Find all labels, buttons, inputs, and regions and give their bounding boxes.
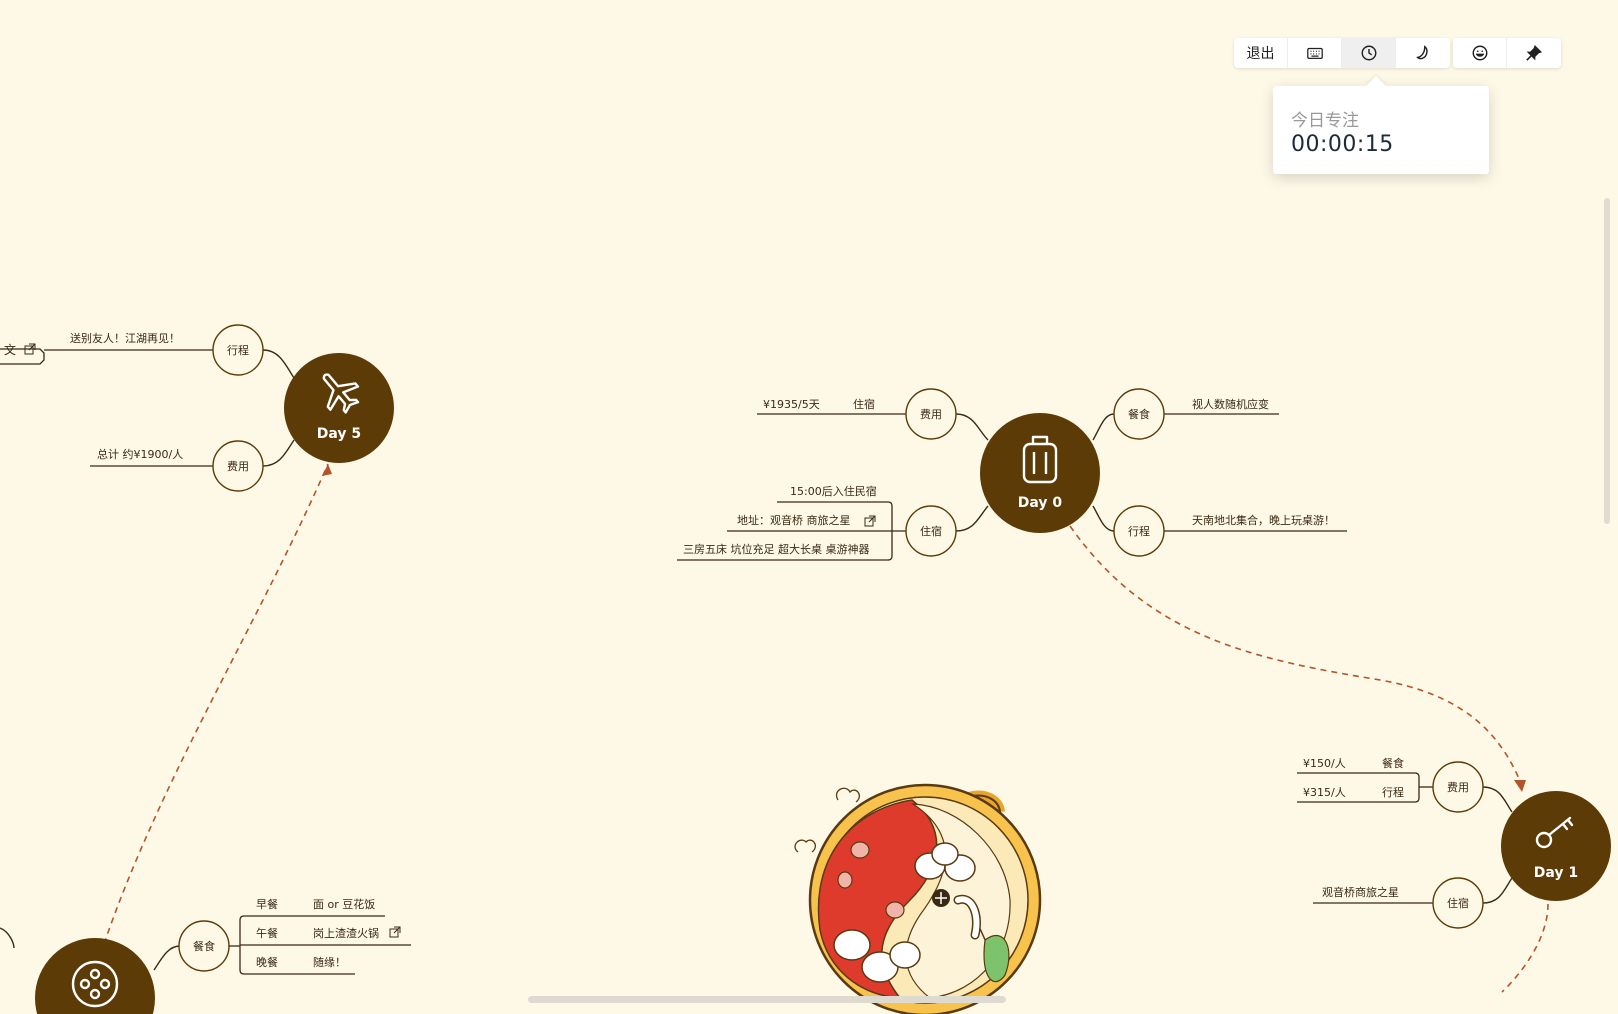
day1-fee-value-2[interactable]: ¥315/人	[1303, 786, 1346, 799]
day0-title: Day 0	[1018, 495, 1063, 511]
day0-node[interactable]	[980, 413, 1100, 533]
day0-trip-note[interactable]: 天南地北集合，晚上玩桌游！	[1192, 513, 1335, 527]
day0-trip-label: 行程	[1128, 525, 1150, 538]
day1-stay-note[interactable]: 观音桥商旅之星	[1322, 885, 1399, 899]
meal-row-2-food[interactable]: 岗上渣渣火锅	[313, 926, 379, 940]
connector-day1-out	[1501, 903, 1549, 993]
day0-fee-item[interactable]: 住宿	[853, 397, 875, 411]
meal-row-3-meal[interactable]: 晚餐	[256, 955, 278, 969]
day0-fee-value[interactable]: ¥1935/5天	[763, 398, 820, 411]
toolbar-group-main: 退出	[1234, 38, 1450, 68]
connector-meal-to-day5	[103, 463, 329, 945]
day1-stay-label: 住宿	[1447, 896, 1469, 910]
day1-fee-label-1[interactable]: 餐食	[1382, 756, 1404, 770]
external-link-icon[interactable]	[864, 515, 876, 527]
day0-stay-label: 住宿	[920, 524, 942, 538]
day0-meal-note[interactable]: 视人数随机应变	[1192, 397, 1269, 411]
day5-node[interactable]	[284, 353, 394, 463]
focus-timer-label: 今日专注	[1291, 111, 1359, 131]
pin-button[interactable]	[1507, 38, 1561, 68]
day0-fee-label: 费用	[920, 408, 942, 421]
focus-toolbar: 退出	[1234, 38, 1561, 68]
toolbar-group-extra	[1453, 38, 1561, 68]
moon-icon	[1416, 45, 1428, 60]
day5-fee-note[interactable]: 总计 约¥1900/人	[97, 447, 183, 461]
focus-timer-value: 00:00:15	[1291, 132, 1394, 157]
day1-node[interactable]	[1501, 791, 1611, 901]
day0-stay-item-1[interactable]: 15:00后入住民宿	[790, 484, 877, 498]
external-link-icon[interactable]	[389, 926, 401, 938]
day0-stay-item-2[interactable]: 地址：观音桥 商旅之星	[737, 513, 851, 527]
hotpot-illustration	[794, 783, 1042, 1014]
exit-label: 退出	[1246, 46, 1275, 62]
day5-trip-note[interactable]: 送别友人！江湖再见！	[70, 331, 180, 345]
day1-fee-label: 费用	[1447, 781, 1469, 794]
day0-stay-item-3[interactable]: 三房五床 坑位充足 超大长桌 桌游神器	[683, 542, 870, 556]
connector-day0-to-day1	[1069, 525, 1523, 787]
meal-row-1-food[interactable]: 面 or 豆花饭	[313, 898, 375, 911]
day1-fee-label-2[interactable]: 行程	[1382, 786, 1404, 799]
day0-group: ¥1935/5天 住宿 费用 15:00后入住民宿 地址：观音桥 商旅之星 三房…	[677, 388, 1347, 561]
meal-group: 餐食 早餐 面 or 豆花饭 午餐 岗上渣渣火锅 晚餐 随缘！	[0, 897, 411, 1014]
emoji-icon	[1472, 45, 1487, 61]
keyboard-icon	[1306, 47, 1323, 60]
focus-timer-popover: 今日专注 00:00:15	[1273, 86, 1489, 174]
night-mode-button[interactable]	[1396, 38, 1450, 68]
meal-row-1-meal[interactable]: 早餐	[256, 897, 278, 911]
day1-fee-value-1[interactable]: ¥150/人	[1303, 757, 1346, 770]
exit-button[interactable]: 退出	[1234, 38, 1288, 68]
pin-icon	[1526, 44, 1543, 61]
day5-group: 文 送别友人！江湖再见！ 总计 约¥1900/人 行程 费用 Day 5	[0, 324, 394, 492]
day5-title: Day 5	[317, 426, 361, 442]
meal-row-2-meal[interactable]: 午餐	[256, 926, 278, 940]
meal-node-label: 餐食	[193, 939, 215, 953]
timer-button[interactable]	[1342, 38, 1396, 68]
emoji-button[interactable]	[1453, 38, 1507, 68]
day5-trip-label: 行程	[227, 344, 249, 357]
vertical-scrollbar[interactable]	[1604, 198, 1610, 524]
keyboard-button[interactable]	[1288, 38, 1342, 68]
clock-icon	[1361, 45, 1376, 61]
doc-stub-text: 文	[4, 342, 16, 357]
day1-title: Day 1	[1534, 865, 1578, 881]
day1-group: ¥150/人 餐食 ¥315/人 行程 费用 观音桥商旅之星 住宿 Day 1	[1297, 756, 1611, 929]
horizontal-scrollbar[interactable]	[528, 996, 1006, 1003]
day5-fee-label: 费用	[227, 460, 249, 473]
day0-meal-label: 餐食	[1128, 407, 1150, 421]
meal-row-3-food[interactable]: 随缘！	[313, 955, 346, 969]
meal-day-node[interactable]	[35, 938, 155, 1014]
